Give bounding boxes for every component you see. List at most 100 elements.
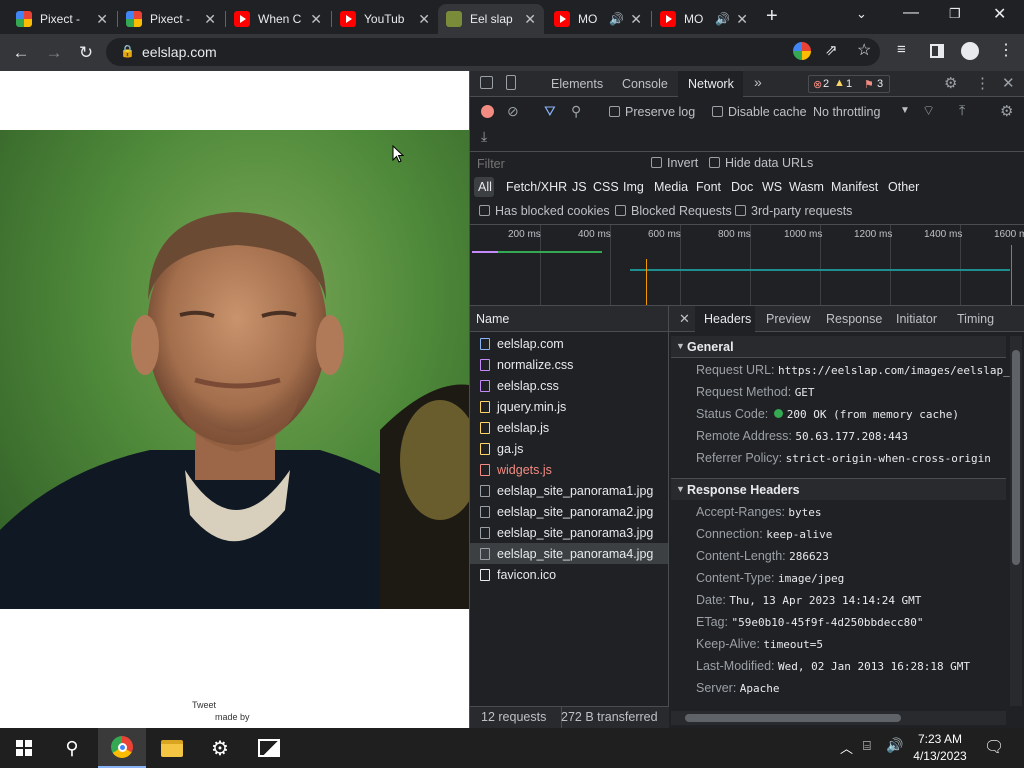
type-media[interactable]: Media <box>654 180 688 194</box>
close-icon[interactable]: ✕ <box>736 11 748 28</box>
h-scrollbar-thumb[interactable] <box>685 714 901 722</box>
blocked-requests-checkbox[interactable]: Blocked Requests <box>615 204 732 218</box>
clear-icon[interactable]: ⊘ <box>507 103 519 120</box>
tab-youtube-3[interactable]: MO 🔊 ✕ <box>546 4 650 34</box>
tweet-link[interactable]: Tweet <box>192 700 216 710</box>
blocked-cookies-checkbox[interactable]: Has blocked cookies <box>479 204 610 218</box>
tab-elements[interactable]: Elements <box>551 77 603 91</box>
close-window-button[interactable]: ✕ <box>993 4 1006 24</box>
preserve-log-checkbox[interactable]: Preserve log <box>609 105 695 119</box>
lock-icon[interactable]: 🔒 <box>120 44 135 58</box>
device-toolbar-icon[interactable] <box>506 75 516 90</box>
tab-response[interactable]: Response <box>826 312 882 326</box>
settings-gear-icon[interactable]: ⚙ <box>944 74 957 92</box>
type-ws[interactable]: WS <box>762 180 782 194</box>
network-settings-icon[interactable]: ⚙ <box>1000 102 1013 120</box>
forward-icon[interactable]: → <box>41 40 67 66</box>
request-row[interactable]: eelslap.css <box>470 375 668 396</box>
name-column-header[interactable]: Name <box>476 312 509 326</box>
throttling-select[interactable]: No throttling <box>813 105 880 119</box>
network-conditions-icon[interactable]: ⌔ <box>922 102 935 120</box>
filter-input[interactable] <box>474 155 636 173</box>
new-tab-button[interactable]: + <box>766 5 778 28</box>
close-detail-icon[interactable]: ✕ <box>679 311 690 327</box>
volume-icon[interactable]: 🔊 <box>886 737 903 754</box>
type-js[interactable]: JS <box>572 180 587 194</box>
menu-kebab-icon[interactable]: ⋮ <box>998 40 1014 60</box>
third-party-checkbox[interactable]: 3rd-party requests <box>735 204 852 218</box>
media-control-icon[interactable]: ≡ <box>897 41 906 58</box>
header-row[interactable]: Request URL: https://eelslap.com/images/… <box>696 363 1010 377</box>
clock-date[interactable]: 4/13/2023 <box>905 749 975 763</box>
request-row[interactable]: favicon.ico <box>470 564 668 585</box>
invert-checkbox[interactable]: Invert <box>651 156 698 170</box>
notification-icon[interactable]: 🗨 <box>984 737 1004 757</box>
close-icon[interactable]: ✕ <box>310 11 322 28</box>
type-img[interactable]: Img <box>623 180 644 194</box>
inspect-element-icon[interactable] <box>480 76 493 89</box>
header-row[interactable]: Date: Thu, 13 Apr 2023 14:14:24 GMT <box>696 593 921 607</box>
tab-search-icon[interactable]: ⌄ <box>856 6 867 22</box>
chevron-up-icon[interactable]: ︿ <box>840 738 853 757</box>
header-row[interactable]: Content-Length: 286623 <box>696 549 829 563</box>
tab-preview[interactable]: Preview <box>766 312 810 326</box>
header-row[interactable]: Last-Modified: Wed, 02 Jan 2013 16:28:18… <box>696 659 970 673</box>
tab-eelslap[interactable]: Eel slap ✕ <box>438 4 544 34</box>
devtools-menu-icon[interactable]: ⋮ <box>975 74 990 92</box>
side-panel-icon[interactable] <box>930 44 944 58</box>
more-tabs-icon[interactable]: » <box>754 74 762 90</box>
export-har-icon[interactable]: ⤓ <box>481 128 487 145</box>
response-headers-section-header[interactable]: ▼ Response Headers <box>671 478 1006 500</box>
request-row[interactable]: ga.js <box>470 438 668 459</box>
tab-youtube-4[interactable]: MO 🔊 ✕ <box>652 4 756 34</box>
type-other[interactable]: Other <box>888 180 919 194</box>
close-icon[interactable]: ✕ <box>96 11 108 28</box>
url-text[interactable]: eelslap.com <box>142 44 217 60</box>
file-explorer-icon[interactable] <box>148 728 196 768</box>
request-row[interactable]: normalize.css <box>470 354 668 375</box>
type-manifest[interactable]: Manifest <box>831 180 878 194</box>
hide-data-urls-checkbox[interactable]: Hide data URLs <box>709 156 813 170</box>
type-fetch-xhr[interactable]: Fetch/XHR <box>506 180 567 194</box>
close-devtools-icon[interactable]: ✕ <box>1002 74 1015 92</box>
import-har-icon[interactable]: ⤒ <box>959 102 965 119</box>
settings-gear-icon[interactable]: ⚙ <box>196 728 244 768</box>
tab-pixect-1[interactable]: Pixect - ✕ <box>8 4 116 34</box>
scrollbar-thumb[interactable] <box>1012 350 1020 565</box>
header-row[interactable]: Status Code: 200 OK (from memory cache) <box>696 407 959 421</box>
header-row[interactable]: Accept-Ranges: bytes <box>696 505 822 519</box>
type-wasm[interactable]: Wasm <box>789 180 824 194</box>
minimize-button[interactable]: — <box>903 4 919 22</box>
search-icon[interactable]: ⚲ <box>571 103 581 120</box>
header-row[interactable]: Server: Apache <box>696 681 780 695</box>
request-row[interactable]: widgets.js <box>470 459 668 480</box>
type-font[interactable]: Font <box>696 180 721 194</box>
tab-youtube-1[interactable]: When C ✕ <box>226 4 330 34</box>
general-section-header[interactable]: ▼ General <box>671 336 1006 358</box>
profile-avatar-icon[interactable] <box>961 42 979 60</box>
request-row[interactable]: eelslap_site_panorama4.jpg <box>470 543 668 564</box>
share-icon[interactable]: ⇗ <box>825 41 838 59</box>
error-warning-counter[interactable]: ⊗ 2 ▲ 1 ⚑ 3 <box>808 75 890 93</box>
windows-start-icon[interactable] <box>0 728 48 768</box>
disable-cache-checkbox[interactable]: Disable cache <box>712 105 807 119</box>
request-row[interactable]: jquery.min.js <box>470 396 668 417</box>
request-row[interactable]: eelslap_site_panorama2.jpg <box>470 501 668 522</box>
tab-pixect-2[interactable]: Pixect - ✕ <box>118 4 224 34</box>
header-row[interactable]: Connection: keep-alive <box>696 527 832 541</box>
close-icon[interactable]: ✕ <box>204 11 216 28</box>
horizontal-scrollbar[interactable] <box>671 711 1006 725</box>
tab-youtube-2[interactable]: YouTub ✕ <box>332 4 438 34</box>
chevron-down-icon[interactable]: ▼ <box>900 105 910 116</box>
close-icon[interactable]: ✕ <box>630 11 642 28</box>
header-row[interactable]: ETag: "59e0b10-45f9f-4d250bbdecc80" <box>696 615 924 629</box>
tab-timing[interactable]: Timing <box>957 312 994 326</box>
close-icon[interactable]: ✕ <box>418 11 430 28</box>
header-row[interactable]: Remote Address: 50.63.177.208:443 <box>696 429 908 443</box>
request-row[interactable]: eelslap_site_panorama3.jpg <box>470 522 668 543</box>
header-row[interactable]: Referrer Policy: strict-origin-when-cros… <box>696 451 991 465</box>
speaker-icon[interactable]: 🔊 <box>609 12 624 26</box>
bookmark-star-icon[interactable]: ☆ <box>857 40 871 60</box>
tab-initiator[interactable]: Initiator <box>896 312 937 326</box>
chrome-taskbar-icon[interactable] <box>98 728 146 768</box>
